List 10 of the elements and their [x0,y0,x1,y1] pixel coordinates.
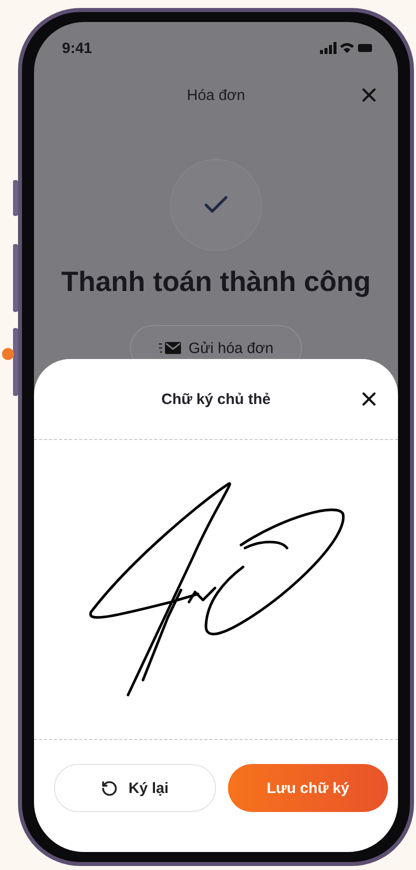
save-signature-button[interactable]: Lưu chữ ký [228,764,388,812]
marker-dot [2,348,14,360]
success-title: Thanh toán thành công [61,265,371,299]
status-icons [320,42,372,54]
redo-icon [101,780,118,796]
sheet-title: Chữ ký chủ thẻ [161,390,271,408]
mail-icon [158,341,181,355]
redo-signature-button[interactable]: Ký lại [54,764,216,812]
header-title: Hóa đơn [186,86,246,104]
status-time: 9:41 [62,40,92,56]
